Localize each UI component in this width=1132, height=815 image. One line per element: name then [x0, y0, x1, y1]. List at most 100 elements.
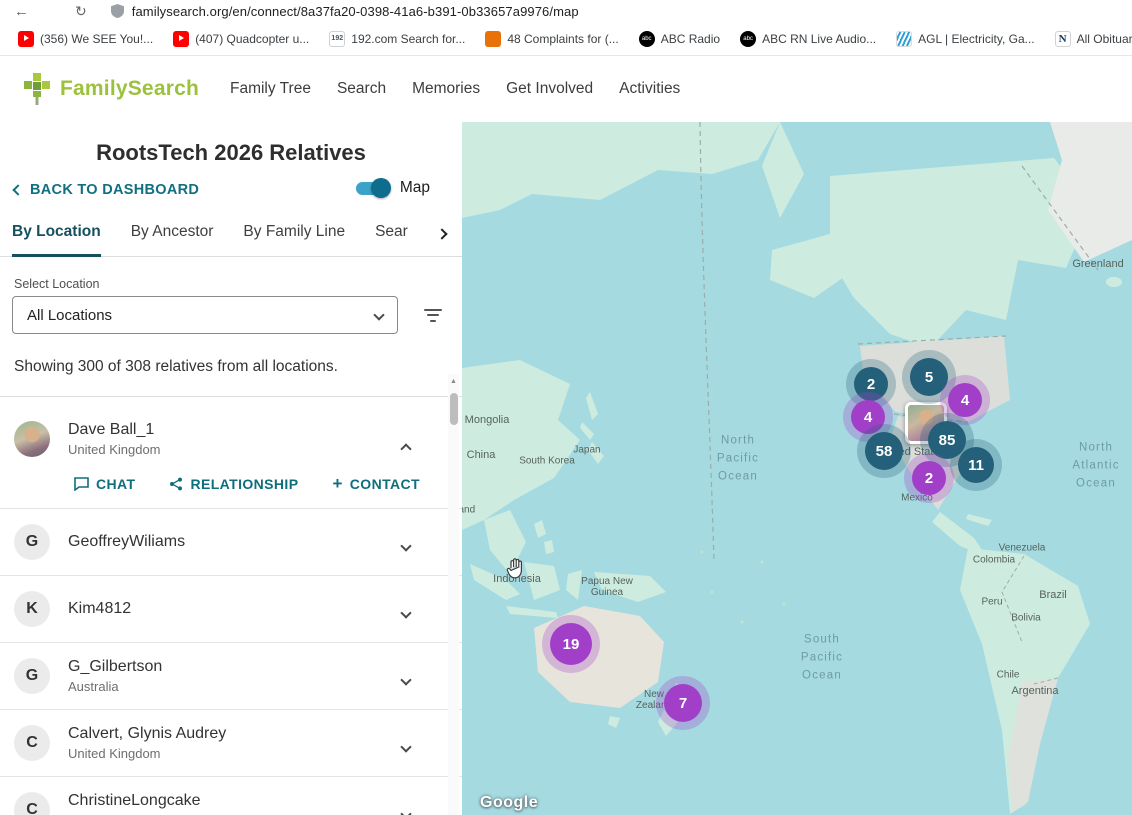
- nav-memories[interactable]: Memories: [399, 70, 493, 108]
- address-bar[interactable]: familysearch.org/en/connect/8a37fa20-039…: [110, 3, 1132, 19]
- map-cluster[interactable]: 19: [550, 623, 592, 665]
- avatar: G: [14, 658, 50, 694]
- back-to-dashboard-link[interactable]: BACK TO DASHBOARD: [12, 182, 199, 198]
- list-item-expanded[interactable]: Dave Ball_1 United Kingdom CHAT RELATION…: [0, 397, 462, 492]
- avatar: [14, 421, 50, 457]
- nav-family-tree[interactable]: Family Tree: [217, 70, 324, 108]
- nav-search[interactable]: Search: [324, 70, 399, 108]
- avatar: G: [14, 524, 50, 560]
- map-label: Greenland: [1072, 258, 1124, 270]
- tab-by-location[interactable]: By Location: [12, 223, 101, 257]
- chevron-down-icon: [400, 674, 412, 686]
- relationship-button[interactable]: RELATIONSHIP: [169, 475, 298, 492]
- chat-button[interactable]: CHAT: [74, 475, 135, 492]
- nav-activities[interactable]: Activities: [606, 70, 693, 108]
- person-location: Australia: [68, 679, 119, 694]
- refresh-icon[interactable]: ↻: [75, 4, 87, 18]
- tab-by-ancestor[interactable]: By Ancestor: [131, 223, 214, 256]
- person-name: Calvert, Glynis Audrey: [68, 725, 227, 742]
- bookmark-item[interactable]: AGL | Electricity, Ga...: [886, 28, 1044, 50]
- add-contact-button[interactable]: + CONTACT: [332, 475, 420, 492]
- familysearch-logo[interactable]: FamilySearch: [22, 72, 199, 106]
- person-name: GeoffreyWiliams: [68, 533, 186, 550]
- chevron-left-icon: [12, 184, 24, 196]
- select-location-label: Select Location: [14, 277, 100, 291]
- expand-button[interactable]: [400, 671, 412, 689]
- map-cluster[interactable]: 11: [958, 447, 994, 483]
- map-cluster[interactable]: 58: [865, 432, 903, 470]
- person-name: Kim4812: [68, 600, 132, 617]
- relationship-icon: [170, 477, 183, 490]
- map-cluster[interactable]: 4: [851, 400, 885, 434]
- chevron-down-icon: [400, 540, 412, 552]
- bookmark-item[interactable]: 48 Complaints for (...: [475, 28, 628, 50]
- nav-get-involved[interactable]: Get Involved: [493, 70, 606, 108]
- list-item[interactable]: G GeoffreyWiliams: [0, 508, 462, 575]
- expand-button[interactable]: [400, 805, 412, 815]
- site-header: FamilySearch Family Tree Search Memories…: [0, 56, 1132, 122]
- location-dropdown[interactable]: All Locations: [12, 296, 398, 334]
- chevron-right-icon: [436, 228, 448, 240]
- tab-search[interactable]: Sear: [375, 223, 408, 256]
- map-cluster[interactable]: 7: [664, 684, 702, 722]
- map-label: Chile: [996, 669, 1020, 681]
- map-overlays: Greenland Mongolia China South KoreaJapan Th…: [462, 122, 1132, 815]
- youtube-icon: [18, 30, 34, 47]
- tab-bar: By Location By Ancestor By Family Line S…: [0, 223, 462, 257]
- map-label: Brazil: [1039, 589, 1067, 601]
- bookmark-item[interactable]: ABC RN Live Audio...: [730, 28, 886, 50]
- list-item[interactable]: G G_Gilbertson Australia: [0, 642, 462, 709]
- back-icon[interactable]: ←: [14, 4, 29, 19]
- map-label: Mongolia: [464, 414, 510, 426]
- map-cluster[interactable]: 4: [948, 383, 982, 417]
- scrollbar-up-arrow[interactable]: ▲: [448, 374, 459, 388]
- list-item[interactable]: C Calvert, Glynis Audrey United Kingdom: [0, 709, 462, 776]
- chevron-down-icon: [400, 808, 412, 815]
- browser-window: ← ↻ familysearch.org/en/connect/8a37fa20…: [0, 0, 1132, 815]
- location-dropdown-value: All Locations: [27, 306, 113, 324]
- collapse-button[interactable]: [400, 440, 412, 458]
- google-attribution[interactable]: Google: [480, 794, 538, 812]
- map-toggle-label: Map: [399, 179, 430, 196]
- main-nav: Family Tree Search Memories Get Involved…: [217, 70, 693, 108]
- list-item[interactable]: C ChristineLongcake France: [0, 776, 462, 815]
- bookmark-item[interactable]: (407) Quadcopter u...: [163, 28, 319, 50]
- map-label: South Korea: [519, 455, 575, 467]
- newspapers-icon: N: [1054, 30, 1071, 47]
- avatar: K: [14, 591, 50, 627]
- expand-button[interactable]: [400, 604, 412, 622]
- avatar: C: [14, 725, 50, 761]
- map-cluster[interactable]: 5: [910, 358, 948, 396]
- tabs-scroll-right[interactable]: [436, 225, 448, 243]
- bookmarks-bar: (356) We SEE You!... (407) Quadcopter u.…: [0, 22, 1132, 56]
- panel-scrollbar[interactable]: ▲: [448, 374, 459, 815]
- map-cluster[interactable]: 2: [854, 367, 888, 401]
- chevron-down-icon: [400, 741, 412, 753]
- familysearch-tree-icon: [24, 73, 50, 105]
- map-label: North Pacific Ocean: [716, 434, 760, 482]
- map-cluster[interactable]: 2: [912, 461, 946, 495]
- person-location: United Kingdom: [68, 746, 161, 761]
- chevron-down-icon: [400, 607, 412, 619]
- map-cluster[interactable]: 85: [928, 421, 966, 459]
- avatar: C: [14, 792, 50, 815]
- map-canvas[interactable]: Greenland Mongolia China South KoreaJapan Th…: [462, 122, 1132, 815]
- expand-button[interactable]: [400, 537, 412, 555]
- tab-by-family-line[interactable]: By Family Line: [243, 223, 345, 256]
- expand-button[interactable]: [400, 738, 412, 756]
- url-text: familysearch.org/en/connect/8a37fa20-039…: [131, 3, 579, 19]
- scrollbar-thumb[interactable]: [449, 393, 458, 425]
- map-label: Papua New Guinea: [581, 576, 633, 598]
- bookmark-item[interactable]: (356) We SEE You!...: [8, 28, 163, 50]
- bookmark-item[interactable]: NAll Obituaries | Na...: [1045, 28, 1132, 50]
- map-label: Colombia: [972, 554, 1016, 566]
- chevron-down-icon: [373, 309, 385, 321]
- map-label: Indonesia: [493, 573, 541, 585]
- bookmark-item[interactable]: 192 192.com Search for...: [319, 28, 475, 50]
- map-label: Argentina: [1011, 685, 1059, 697]
- bookmark-item[interactable]: ABC Radio: [629, 28, 730, 50]
- list-item[interactable]: K Kim4812: [0, 575, 462, 642]
- map-toggle[interactable]: [355, 178, 391, 198]
- toggle-knob: [370, 178, 391, 198]
- filter-button[interactable]: [424, 308, 442, 322]
